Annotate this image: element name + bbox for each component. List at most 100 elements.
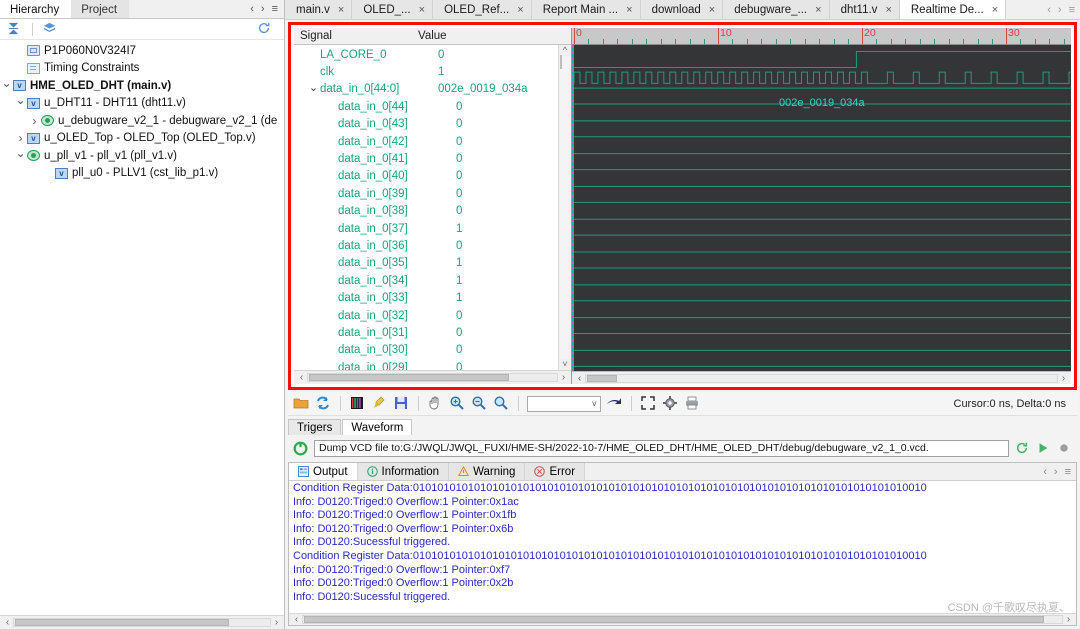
tree-twisty-expanded[interactable] xyxy=(0,79,13,93)
left-tab-prev-icon[interactable]: ‹ xyxy=(250,3,254,15)
tree-item[interactable]: v HME_OLED_DHT (main.v) xyxy=(0,77,284,95)
doc-tab-menu-icon[interactable]: ≡ xyxy=(1069,4,1075,16)
signal-row[interactable]: data_in_0[35] 1 xyxy=(294,255,558,272)
tree-item[interactable]: u_pll_v1 - pll_v1 (pll_v1.v) xyxy=(0,147,284,165)
tree-item[interactable]: v u_OLED_Top - OLED_Top (OLED_Top.v) xyxy=(0,130,284,148)
print-icon[interactable] xyxy=(684,395,701,412)
console-log[interactable]: Condition Register Data:0101010101010101… xyxy=(289,481,1076,613)
tree-twisty-collapsed[interactable] xyxy=(28,114,41,128)
left-panel-hscrollbar[interactable]: ‹ › xyxy=(0,615,284,629)
signal-row[interactable]: data_in_0[29] 0 xyxy=(294,359,558,370)
signal-row[interactable]: data_in_0[44] 0 xyxy=(294,98,558,115)
tree-item[interactable]: v pll_u0 - PLLV1 (cst_lib_p1.v) xyxy=(0,165,284,183)
color-bars-icon[interactable] xyxy=(349,395,366,412)
tree-twisty-expanded[interactable] xyxy=(14,149,27,163)
scroll-right-icon[interactable]: › xyxy=(1063,614,1074,625)
refresh-circle-icon[interactable] xyxy=(1015,441,1030,456)
signal-row[interactable]: data_in_0[42] 0 xyxy=(294,133,558,150)
scroll-left-icon[interactable]: ‹ xyxy=(574,373,585,384)
signal-row[interactable]: data_in_0[43] 0 xyxy=(294,116,558,133)
close-icon[interactable]: × xyxy=(709,4,715,16)
zoom-fit-icon[interactable] xyxy=(493,395,510,412)
doc-tab-debugware[interactable]: debugware_... × xyxy=(723,0,829,19)
expand-icon[interactable] xyxy=(640,395,657,412)
tree-twisty-expanded[interactable] xyxy=(14,96,27,110)
scroll-right-icon[interactable]: › xyxy=(271,617,282,628)
tab-project[interactable]: Project xyxy=(71,0,129,18)
doc-tab-realtime-debug[interactable]: Realtime De... × xyxy=(900,0,1006,19)
scroll-right-icon[interactable]: › xyxy=(558,372,569,383)
signal-row[interactable]: data_in_0[39] 0 xyxy=(294,185,558,202)
scroll-left-icon[interactable]: ‹ xyxy=(2,617,13,628)
doc-tab-main-v[interactable]: main.v × xyxy=(285,0,352,19)
scroll-track[interactable] xyxy=(307,373,558,382)
signal-row[interactable]: data_in_0[31] 0 xyxy=(294,324,558,341)
signal-row[interactable]: data_in_0[36] 0 xyxy=(294,237,558,254)
close-icon[interactable]: × xyxy=(815,4,821,16)
waveform-canvas[interactable]: 002e_0019_034a xyxy=(572,45,1071,371)
waveform-hscrollbar[interactable]: ‹ › xyxy=(572,371,1071,384)
close-icon[interactable]: × xyxy=(992,4,998,16)
doc-tab-oled[interactable]: OLED_... × xyxy=(352,0,433,19)
tab-trigers[interactable]: Trigers xyxy=(288,419,341,435)
scroll-thumb[interactable] xyxy=(304,616,1044,623)
refresh-icon[interactable] xyxy=(257,21,274,38)
scroll-thumb[interactable] xyxy=(587,375,617,382)
signal-row[interactable]: data_in_0[32] 0 xyxy=(294,307,558,324)
scroll-thumb[interactable] xyxy=(560,55,562,69)
doc-tab-prev-icon[interactable]: ‹ xyxy=(1047,4,1051,16)
signal-row[interactable]: data_in_0[34] 1 xyxy=(294,272,558,289)
filter-icon[interactable] xyxy=(42,21,59,38)
tab-information[interactable]: Information xyxy=(358,463,450,480)
console-tab-menu-icon[interactable]: ≡ xyxy=(1065,466,1071,478)
tab-hierarchy[interactable]: Hierarchy xyxy=(0,0,71,18)
signal-row[interactable]: data_in_0[33] 1 xyxy=(294,289,558,306)
scroll-track[interactable] xyxy=(302,615,1063,624)
scroll-track[interactable] xyxy=(13,618,271,627)
signal-row[interactable]: data_in_0[37] 1 xyxy=(294,220,558,237)
signal-row[interactable]: LA_CORE_0 0 xyxy=(294,46,558,63)
signal-row[interactable]: data_in_0[41] 0 xyxy=(294,150,558,167)
settings-gear-icon[interactable] xyxy=(662,395,679,412)
tree-item[interactable]: v u_DHT11 - DHT11 (dht11.v) xyxy=(0,95,284,113)
zoom-out-icon[interactable] xyxy=(471,395,488,412)
tab-warning[interactable]: Warning xyxy=(449,463,525,480)
signal-row[interactable]: clk 1 xyxy=(294,63,558,80)
time-ruler[interactable]: 0 10 20 30 xyxy=(572,28,1071,45)
tab-waveform[interactable]: Waveform xyxy=(342,419,412,435)
tree-item[interactable]: u_debugware_v2_1 - debugware_v2_1 (de xyxy=(0,112,284,130)
scroll-down-icon[interactable]: ˅ xyxy=(562,359,567,370)
signal-row[interactable]: data_in_0[40] 0 xyxy=(294,168,558,185)
signal-row[interactable]: data_in_0[38] 0 xyxy=(294,203,558,220)
doc-tab-oled-ref[interactable]: OLED_Ref... × xyxy=(433,0,532,19)
scroll-track[interactable] xyxy=(585,374,1058,383)
signal-row[interactable]: data_in_0[30] 0 xyxy=(294,342,558,359)
scroll-left-icon[interactable]: ‹ xyxy=(291,614,302,625)
expander-icon[interactable]: ⌄ xyxy=(307,81,320,94)
scroll-thumb[interactable] xyxy=(15,619,229,626)
reload-icon[interactable] xyxy=(293,441,308,456)
close-icon[interactable]: × xyxy=(419,4,425,16)
save-icon[interactable] xyxy=(393,395,410,412)
doc-tab-download[interactable]: download × xyxy=(641,0,724,19)
run-icon[interactable] xyxy=(1036,441,1051,456)
tree-item[interactable]: Timing Constraints xyxy=(0,60,284,78)
left-tab-next-icon[interactable]: › xyxy=(261,3,265,15)
doc-tab-next-icon[interactable]: › xyxy=(1058,4,1062,16)
scroll-left-icon[interactable]: ‹ xyxy=(296,372,307,383)
scroll-track[interactable] xyxy=(560,56,571,359)
close-icon[interactable]: × xyxy=(338,4,344,16)
console-tab-next-icon[interactable]: › xyxy=(1054,466,1058,478)
vcd-path-field[interactable]: Dump VCD file to:G:/JWQL/JWQL_FUXI/HME-S… xyxy=(314,440,1009,457)
stop-icon[interactable] xyxy=(1057,441,1072,456)
signal-row-bus[interactable]: ⌄ data_in_0[44:0] 002e_0019_034a xyxy=(294,81,558,98)
collapse-all-icon[interactable] xyxy=(6,21,23,38)
doc-tab-report-main[interactable]: Report Main ... × xyxy=(532,0,641,19)
close-icon[interactable]: × xyxy=(626,4,632,16)
scroll-right-icon[interactable]: › xyxy=(1058,373,1069,384)
console-tab-prev-icon[interactable]: ‹ xyxy=(1043,466,1047,478)
goto-icon[interactable] xyxy=(606,395,623,412)
tree-item[interactable]: P1P060N0V324I7 xyxy=(0,42,284,60)
refresh-icon[interactable] xyxy=(315,395,332,412)
tab-output[interactable]: Output xyxy=(289,463,358,480)
